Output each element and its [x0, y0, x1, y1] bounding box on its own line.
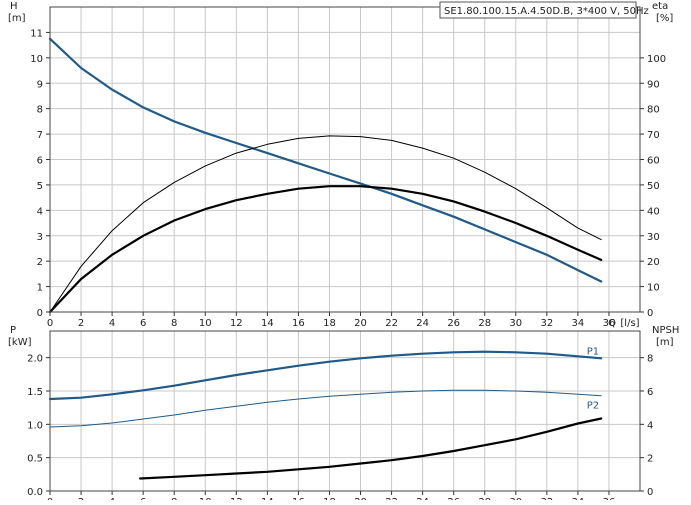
- left-tick-label: 1.0: [27, 420, 43, 431]
- series-line-p2: [49, 389, 602, 428]
- frame-layer: [46, 6, 644, 495]
- right-axis-label: eta: [652, 1, 668, 12]
- left-tick-label: 7: [37, 130, 43, 141]
- left-axis-unit: [m]: [8, 13, 26, 24]
- left-tick-label: 2.0: [27, 354, 43, 365]
- right-tick-label: 70: [647, 130, 660, 141]
- x-tick-label: 16: [292, 318, 305, 329]
- right-tick-label: 0: [647, 308, 653, 319]
- right-tick-label: 50: [647, 181, 660, 192]
- right-tick-label: 6: [647, 387, 653, 398]
- left-tick-label: 3: [37, 232, 43, 243]
- x-tick-label: 6: [140, 318, 146, 329]
- x-axis-label: Q: [608, 318, 616, 329]
- series-label-p1: P1: [587, 346, 599, 357]
- x-axis-unit: [l/s]: [620, 318, 639, 329]
- right-axis-label: NPSH: [652, 325, 679, 336]
- right-tick-label: 30: [647, 232, 660, 243]
- chart-title: SE1.80.100.15.A.4.50D.B, 3*400 V, 50Hz: [444, 6, 649, 17]
- x-tick-label: 0: [47, 318, 53, 329]
- x-tick-label: 26: [447, 318, 460, 329]
- left-tick-label: 6: [37, 156, 43, 167]
- pump-curve-chart: 0 2 4 6 8 10 12 14 16 18 20 22 24 26 28 30 32 34 36 0 1 2 3 4 5 6…: [0, 0, 691, 505]
- x-tick-label: 18: [323, 318, 336, 329]
- left-tick-label: 0: [37, 308, 43, 319]
- pump-curve-svg: 0 2 4 6 8 10 12 14 16 18 20 22 24 26 28 30 32 34 360123456…: [8, 1, 679, 505]
- right-tick-label: 0: [647, 487, 653, 498]
- right-axis-unit: [m]: [656, 337, 674, 348]
- right-tick-label: 100: [647, 54, 666, 65]
- x-tick-label: 20: [354, 318, 367, 329]
- left-tick-label: 1.5: [27, 387, 43, 398]
- right-tick-label: 8: [647, 354, 653, 365]
- right-tick-label: 20: [647, 257, 660, 268]
- left-tick-label: 8: [37, 105, 43, 116]
- x-tick-label: 14: [261, 318, 274, 329]
- left-axis-unit: [kW]: [8, 337, 32, 348]
- left-tick-label: 0.5: [27, 454, 43, 465]
- left-tick-label: 9: [37, 79, 43, 90]
- series-line-0-1: [48, 185, 603, 314]
- right-tick-label: 40: [647, 206, 660, 217]
- x-tick-label: 24: [416, 318, 429, 329]
- left-tick-label: 11: [30, 28, 43, 39]
- left-tick-label: 10: [30, 54, 43, 65]
- series-line-0-0: [48, 37, 603, 283]
- series-layer: [48, 37, 603, 480]
- x-tick-label: 32: [540, 318, 553, 329]
- left-axis-label: H: [10, 1, 18, 12]
- right-tick-label: 80: [647, 105, 660, 116]
- x-tick-label: 30: [509, 318, 522, 329]
- left-tick-label: 5: [37, 181, 43, 192]
- right-tick-label: 90: [647, 79, 660, 90]
- left-tick-label: 2: [37, 257, 43, 268]
- x-tick-label: 10: [199, 318, 212, 329]
- series-label-p2: P2: [587, 401, 599, 412]
- x-tick-label: 28: [478, 318, 491, 329]
- x-tick-label: 8: [171, 318, 177, 329]
- x-tick-label: 22: [385, 318, 398, 329]
- right-tick-label: 2: [647, 454, 653, 465]
- left-tick-label: 4: [37, 206, 43, 217]
- x-tick-label: 34: [572, 318, 585, 329]
- grid-layer: [49, 7, 640, 491]
- left-axis-label: P: [10, 325, 16, 336]
- right-tick-label: 4: [647, 420, 653, 431]
- series-line-p1: [48, 350, 603, 401]
- x-tick-label: 2: [78, 318, 84, 329]
- x-tick-label: 4: [109, 318, 115, 329]
- series-line-1-2: [139, 417, 603, 480]
- left-tick-label: 1: [37, 283, 43, 294]
- right-tick-label: 60: [647, 156, 660, 167]
- left-tick-label: 0.0: [27, 487, 43, 498]
- right-axis-unit: [%]: [656, 13, 673, 24]
- x-tick-label: 12: [230, 318, 243, 329]
- right-tick-label: 10: [647, 283, 660, 294]
